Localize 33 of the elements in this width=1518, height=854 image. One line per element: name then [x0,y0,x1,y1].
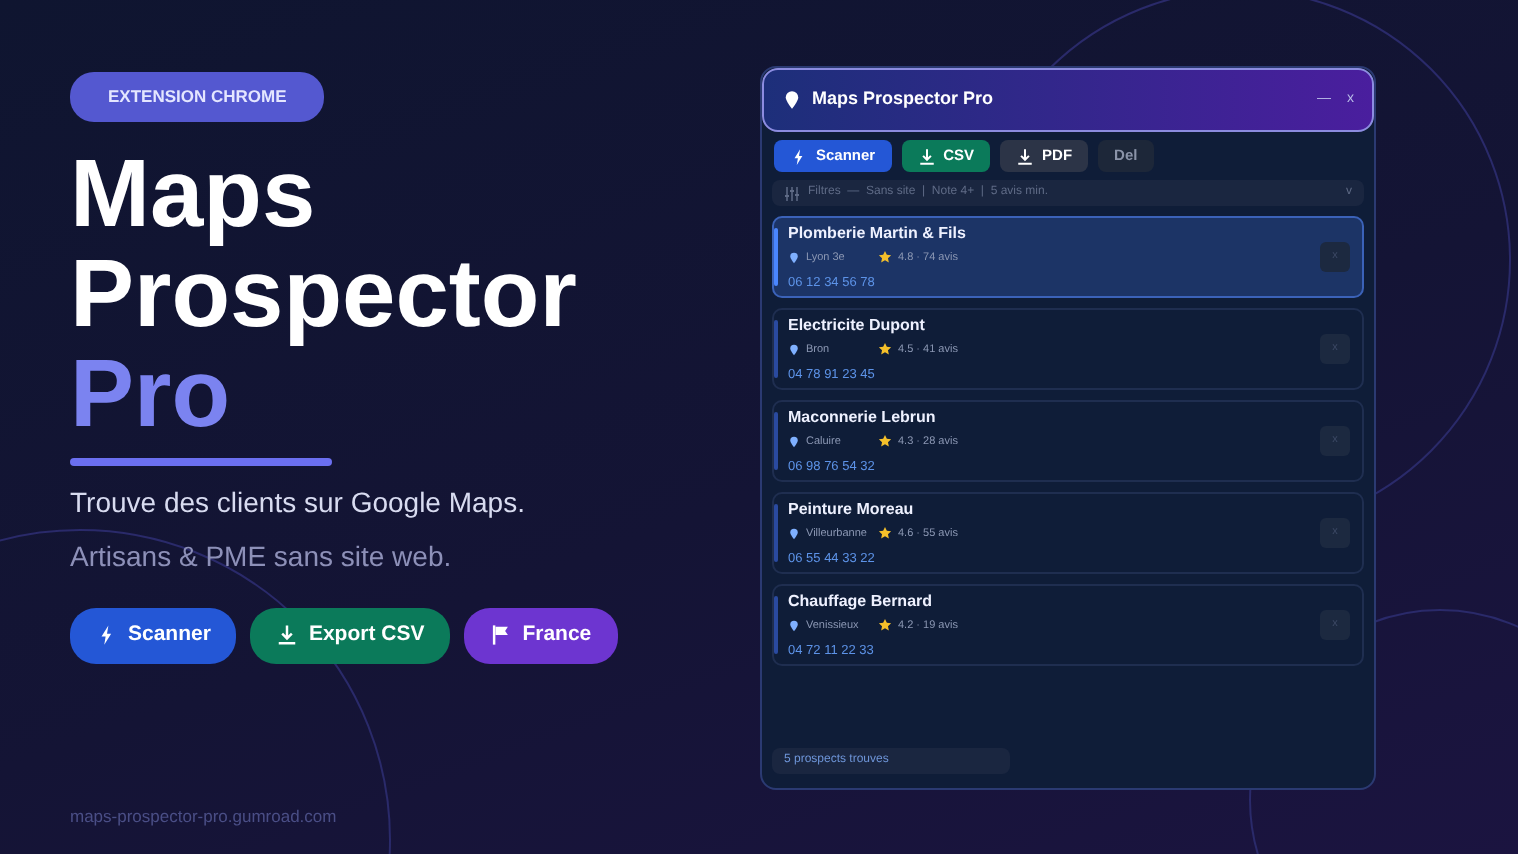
business-name: Plomberie Martin & Fils [788,221,968,245]
download-icon [276,624,299,647]
map-pin-icon [788,251,800,264]
business-name: Peinture Moreau [788,497,916,521]
map-pin-icon [788,343,800,356]
hero-export-button[interactable]: Export CSV [250,607,451,663]
star-icon [878,526,892,541]
hero-title-line: Maps [70,145,316,246]
business-name: Maconnerie Lebrun [788,405,938,429]
map-pin-icon [788,527,800,540]
map-pin-icon [782,90,802,110]
hero-title-line: Prospector [70,245,577,346]
flag-icon [490,624,513,647]
sliders-icon [784,185,800,201]
map-pin-icon [788,435,800,448]
tagline: Artisans & PME sans site web. [70,537,454,576]
star-icon [878,434,892,449]
star-icon [878,618,892,633]
subtitle: Trouve des clients sur Google Maps. [70,483,527,522]
hero-scan-button[interactable]: Scanner [70,607,237,663]
business-name: Chauffage Bernard [788,589,935,613]
business-name: Electricite Dupont [788,313,927,337]
website-url: maps-prospector-pro.gumroad.com [70,804,339,830]
download-icon [1016,147,1035,165]
download-icon [917,147,936,165]
hero-country-button[interactable]: France [464,607,618,663]
category-badge: EXTENSION CHROME [70,72,325,122]
star-icon [878,250,892,265]
star-icon [878,342,892,357]
panel-title: Maps Prospector Pro [812,86,994,113]
hero-title-line: Pro [70,345,231,446]
map-pin-icon [788,619,800,632]
lightning-icon [790,147,808,165]
